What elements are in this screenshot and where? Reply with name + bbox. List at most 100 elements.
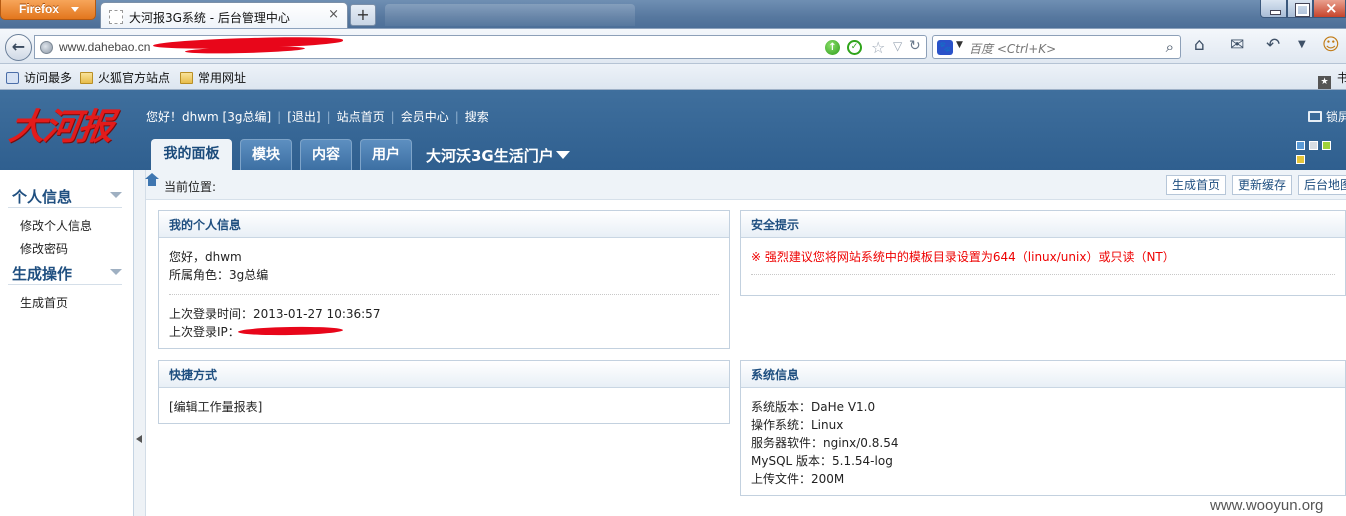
update-cache-button[interactable]: 更新缓存 xyxy=(1232,175,1293,195)
reload-icon[interactable]: ↻ xyxy=(909,38,921,54)
site-identity-icon[interactable] xyxy=(40,41,53,54)
search-placeholder: 百度 <Ctrl+K> xyxy=(969,42,1057,56)
sidebar-item-change-password[interactable]: 修改密码 xyxy=(20,240,68,257)
logout-link[interactable]: [退出] xyxy=(287,110,320,124)
bookmark-label: 常用网址 xyxy=(198,71,247,85)
sidebar-item-generate-home[interactable]: 生成首页 xyxy=(20,294,68,311)
chevron-down-icon xyxy=(71,7,79,12)
search-bar[interactable]: 🐾 ▼ 百度 <Ctrl+K> ⌕ xyxy=(932,35,1181,59)
browser-tab-active[interactable]: 大河报3G系统 - 后台管理中心 × xyxy=(100,2,348,30)
lock-label: 锁屏 xyxy=(1326,110,1346,124)
bookmark-common-sites[interactable]: 常用网址 xyxy=(180,69,246,86)
address-bar[interactable]: www.dahebao.cn ↑ ✓ ☆ ▽ ↻ xyxy=(34,35,927,59)
dropdown-arrow-icon xyxy=(555,151,570,159)
panel-title: 安全提示 xyxy=(741,211,1345,238)
window-close-button[interactable] xyxy=(1313,0,1346,18)
new-tab-button[interactable]: + xyxy=(350,4,376,26)
most-visited-icon xyxy=(6,72,19,84)
skin-switcher xyxy=(1296,139,1346,164)
sidebar-group-title: 生成操作 xyxy=(12,265,73,283)
search-icon[interactable]: ⌕ xyxy=(1166,38,1174,56)
top-links: 您好！dhwm [3g总编] | [退出] | 站点首页 | 会员中心 | 搜索 xyxy=(146,110,489,124)
profile-panel: 我的个人信息 您好，dhwm 所属角色：3g总编 上次登录时间：2013-01-… xyxy=(158,210,730,349)
navigation-toolbar: ← www.dahebao.cn ↑ ✓ ☆ ▽ ↻ 🐾 ▼ 百度 <Ctrl+… xyxy=(0,28,1346,64)
folder-icon xyxy=(80,72,93,84)
bookmark-most-visited[interactable]: 访问最多 xyxy=(6,69,72,86)
search-link[interactable]: 搜索 xyxy=(465,110,489,124)
collapse-left-icon xyxy=(136,435,142,443)
last-login-ip-row: 上次登录IP： xyxy=(169,323,719,341)
security-panel: 安全提示 ※ 强烈建议您将网站系统中的模板目录设置为644（linux/unix… xyxy=(740,210,1346,296)
lock-screen-button[interactable]: 锁屏 xyxy=(1308,108,1346,125)
bookmark-star-icon[interactable]: ☆ xyxy=(871,38,885,57)
undo-arrow-icon[interactable]: ↶ xyxy=(1266,35,1280,55)
check-icon[interactable]: ✓ xyxy=(847,40,862,55)
panel-title: 我的个人信息 xyxy=(159,211,729,238)
addon-smiley-icon[interactable]: ☺ xyxy=(1322,35,1340,55)
close-tab-icon[interactable]: × xyxy=(328,7,339,22)
back-button[interactable]: ← xyxy=(5,34,32,61)
home-icon xyxy=(145,173,159,189)
firefox-menu-button[interactable]: Firefox xyxy=(0,0,96,20)
bookmark-firefox-site[interactable]: 火狐官方站点 xyxy=(80,69,170,86)
bookmarks-menu[interactable]: ★ 书 xyxy=(1318,69,1346,89)
divider xyxy=(8,284,122,285)
collapse-arrow-icon[interactable] xyxy=(110,269,122,275)
site-home-link[interactable]: 站点首页 xyxy=(337,110,385,124)
mail-icon[interactable]: ✉ xyxy=(1230,35,1244,55)
upload-limit: 上传文件：200M xyxy=(751,472,845,486)
bookmarks-toolbar: 访问最多 火狐官方站点 常用网址 ★ 书 xyxy=(0,64,1346,90)
last-login-ip-label: 上次登录IP： xyxy=(169,325,240,339)
hello-text: 您好，dhwm xyxy=(169,250,242,264)
cms-header: 大河报 您好！dhwm [3g总编] | [退出] | 站点首页 | 会员中心 | 搜索 锁屏 … xyxy=(0,90,1346,170)
sidebar-toggle[interactable] xyxy=(134,170,146,516)
breadcrumb-label: 当前位置: xyxy=(164,180,217,194)
baidu-icon[interactable]: 🐾 xyxy=(937,40,953,55)
edit-workload-report-link[interactable]: [编辑工作量报表] xyxy=(169,400,262,414)
sidebar-group-personal[interactable]: 个人信息 xyxy=(12,186,122,207)
sidebar-group-generate[interactable]: 生成操作 xyxy=(12,263,122,284)
monitor-icon xyxy=(1308,111,1322,122)
window-titlebar: Firefox 大河报3G系统 - 后台管理中心 × + xyxy=(0,0,1346,30)
bookmark-label: 火狐官方站点 xyxy=(98,71,171,85)
skin-swatch[interactable] xyxy=(1296,141,1305,150)
folder-icon xyxy=(180,72,193,84)
divider xyxy=(8,207,122,208)
greeting: 您好！dhwm [3g总编] xyxy=(146,110,272,124)
tab-content[interactable]: 内容 xyxy=(300,139,352,170)
home-icon[interactable]: ⌂ xyxy=(1194,35,1205,55)
member-center-link[interactable]: 会员中心 xyxy=(401,110,449,124)
tab-users[interactable]: 用户 xyxy=(360,139,412,170)
firefox-menu-label: Firefox xyxy=(19,2,60,16)
role-text: 所属角色：3g总编 xyxy=(169,268,269,282)
engine-dropdown-icon[interactable]: ▼ xyxy=(956,40,963,50)
background-tab[interactable] xyxy=(385,4,635,26)
skin-swatch[interactable] xyxy=(1296,155,1305,164)
window-minimize-button[interactable] xyxy=(1260,0,1287,18)
tab-modules[interactable]: 模块 xyxy=(240,139,292,170)
shortcuts-panel: 快捷方式 [编辑工作量报表] xyxy=(158,360,730,424)
site-portal-dropdown[interactable]: 大河沃3G生活门户 xyxy=(426,145,570,166)
skin-swatch[interactable] xyxy=(1309,141,1318,150)
skin-swatch[interactable] xyxy=(1322,141,1331,150)
site-logo: 大河报 xyxy=(6,106,115,148)
system-info-panel: 系统信息 系统版本：DaHe V1.0 操作系统：Linux 服务器软件：ngi… xyxy=(740,360,1346,496)
sidebar: 个人信息 修改个人信息 修改密码 生成操作 生成首页 xyxy=(0,170,134,516)
tab-my-panel[interactable]: 我的面板 xyxy=(151,139,232,170)
history-dropdown-icon[interactable]: ▽ xyxy=(893,39,902,53)
admin-map-button[interactable]: 后台地图 xyxy=(1298,175,1346,195)
bookmarks-star-icon: ★ xyxy=(1318,76,1331,89)
window-maximize-button[interactable] xyxy=(1287,0,1313,18)
sidebar-group-title: 个人信息 xyxy=(12,188,73,206)
go-arrow-icon[interactable]: ↑ xyxy=(825,40,840,55)
collapse-arrow-icon[interactable] xyxy=(110,192,122,198)
redaction-mark xyxy=(237,326,343,336)
security-warning: ※ 强烈建议您将网站系统中的模板目录设置为644（linux/unix）或只读（… xyxy=(751,250,1175,264)
panel-title: 系统信息 xyxy=(741,361,1345,388)
sidebar-item-edit-profile[interactable]: 修改个人信息 xyxy=(20,217,92,234)
chevron-down-icon[interactable]: ▼ xyxy=(1298,39,1306,50)
portal-label: 大河沃3G生活门户 xyxy=(426,147,554,165)
system-version: 系统版本：DaHe V1.0 xyxy=(751,400,876,414)
panel-title: 快捷方式 xyxy=(159,361,729,388)
generate-home-button[interactable]: 生成首页 xyxy=(1166,175,1227,195)
